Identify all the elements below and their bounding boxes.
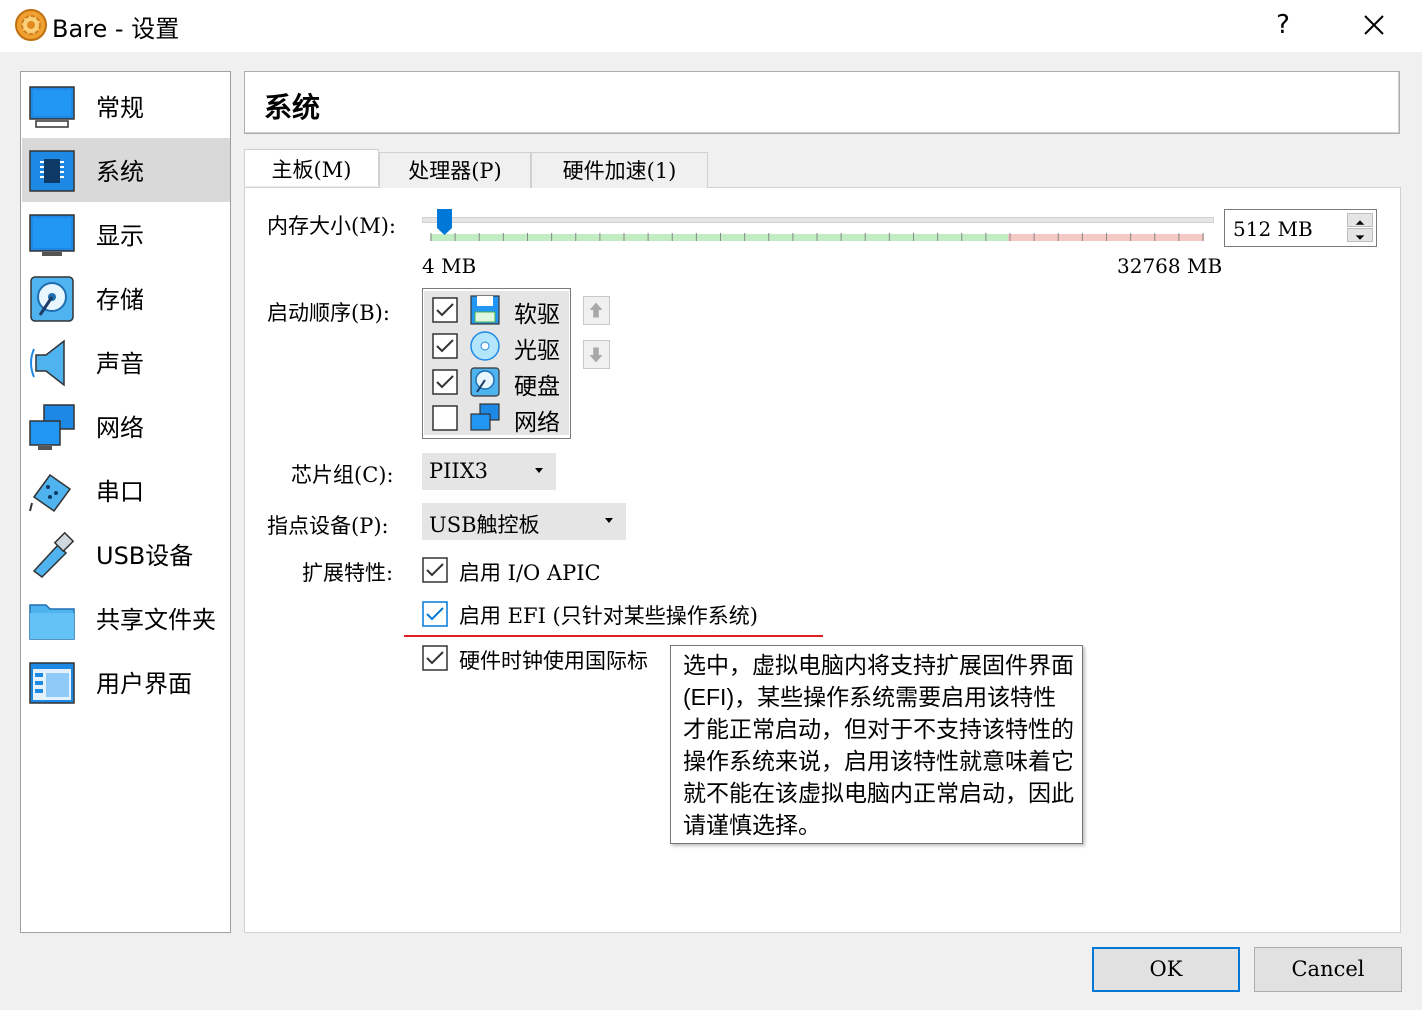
close-button[interactable] bbox=[1350, 4, 1398, 46]
pointing-device-label: 指点设备(P): bbox=[267, 514, 389, 538]
tab-acceleration[interactable]: 硬件加速(1) bbox=[531, 152, 708, 188]
help-button[interactable]: ? bbox=[1260, 4, 1306, 46]
efi-label: 启用 EFI (只针对某些操作系统) bbox=[459, 604, 758, 628]
chevron-down-icon bbox=[605, 518, 613, 523]
pointing-device-select[interactable]: USB触控板 bbox=[422, 503, 626, 540]
memory-label: 内存大小(M): bbox=[267, 214, 396, 238]
optical-disc-icon bbox=[470, 331, 500, 361]
spin-down-button[interactable] bbox=[1347, 228, 1373, 242]
network-icon bbox=[29, 404, 75, 450]
sidebar-item-display[interactable]: 显示 bbox=[22, 202, 230, 266]
boot-item-floppy[interactable]: 软驱 bbox=[424, 291, 569, 328]
tab-processor[interactable]: 处理器(P) bbox=[379, 152, 531, 188]
boot-order-list: 软驱 光驱 硬盘 网络 bbox=[422, 288, 571, 439]
storage-disk-icon bbox=[30, 276, 74, 322]
tooltip-text: 选中，虚拟电脑内将支持扩展固件界面 (EFI)，某些操作系统需要启用该特性才能正… bbox=[683, 652, 1074, 838]
sidebar-item-label: 显示 bbox=[96, 222, 144, 250]
checkbox-checked[interactable] bbox=[432, 333, 458, 359]
display-monitor-icon bbox=[29, 214, 75, 256]
boot-item-label: 硬盘 bbox=[514, 374, 560, 400]
hard-disk-icon bbox=[470, 367, 500, 397]
boot-order-label: 启动顺序(B): bbox=[267, 301, 390, 325]
sidebar-item-shared-folders[interactable]: 共享文件夹 bbox=[22, 586, 230, 650]
pointing-device-value: USB触控板 bbox=[429, 513, 540, 537]
sidebar-item-label: 共享文件夹 bbox=[96, 606, 216, 634]
boot-move-down-button[interactable] bbox=[583, 340, 610, 369]
memory-max-label: 32768 MB bbox=[1117, 254, 1223, 278]
arrow-up-icon bbox=[589, 302, 603, 318]
window-title: Bare - 设置 bbox=[52, 15, 180, 43]
sidebar-item-label: 网络 bbox=[96, 414, 144, 442]
boot-item-hard-disk[interactable]: 硬盘 bbox=[424, 363, 569, 400]
boot-item-label: 软驱 bbox=[514, 302, 560, 328]
network-icon bbox=[470, 403, 500, 431]
user-interface-icon bbox=[29, 662, 75, 704]
utc-clock-checkbox[interactable] bbox=[422, 645, 448, 671]
checkbox-unchecked[interactable] bbox=[432, 405, 458, 431]
spin-up-button[interactable] bbox=[1347, 213, 1373, 227]
sidebar-item-label: 用户界面 bbox=[96, 670, 192, 698]
io-apic-label: 启用 I/O APIC bbox=[459, 561, 601, 585]
chipset-label: 芯片组(C): bbox=[291, 463, 394, 487]
extended-features-label: 扩展特性: bbox=[302, 561, 394, 585]
arrow-down-icon bbox=[1355, 235, 1365, 240]
chipset-select[interactable]: PIIX3 bbox=[422, 453, 556, 490]
ok-button[interactable]: OK bbox=[1092, 947, 1240, 992]
boot-move-up-button[interactable] bbox=[583, 296, 610, 325]
sidebar-item-label: 声音 bbox=[96, 350, 144, 378]
close-icon bbox=[1364, 15, 1384, 35]
chipset-value: PIIX3 bbox=[429, 459, 489, 483]
sidebar-item-system[interactable]: 系统 bbox=[22, 138, 230, 202]
memory-slider-track[interactable] bbox=[422, 217, 1214, 223]
utc-clock-label: 硬件时钟使用国际标 bbox=[459, 649, 648, 673]
sidebar-item-user-interface[interactable]: 用户界面 bbox=[22, 650, 230, 714]
memory-slider-thumb[interactable] bbox=[436, 208, 453, 236]
sidebar-item-label: 常规 bbox=[96, 94, 144, 122]
memory-size-spinbox[interactable]: 512 MB bbox=[1224, 209, 1377, 247]
usb-icon bbox=[32, 531, 75, 578]
efi-checkbox[interactable] bbox=[422, 601, 448, 627]
shared-folder-icon bbox=[29, 604, 75, 640]
page-title: 系统 bbox=[264, 91, 321, 124]
sidebar-item-serial[interactable]: 串口 bbox=[22, 458, 230, 522]
sidebar-item-label: 串口 bbox=[96, 478, 144, 506]
tab-motherboard[interactable]: 主板(M) bbox=[244, 149, 379, 186]
floppy-icon bbox=[470, 295, 500, 325]
audio-speaker-icon bbox=[30, 339, 65, 387]
cancel-button[interactable]: Cancel bbox=[1254, 947, 1402, 992]
virtualbox-app-icon bbox=[15, 9, 47, 41]
sidebar-item-label: USB设备 bbox=[96, 542, 194, 570]
memory-slider-ticks bbox=[430, 233, 1204, 241]
page-header: 系统 bbox=[244, 71, 1400, 134]
arrow-down-icon bbox=[589, 347, 603, 363]
sidebar-item-label: 系统 bbox=[96, 158, 144, 186]
boot-item-optical[interactable]: 光驱 bbox=[424, 327, 569, 364]
sidebar-item-audio[interactable]: 声音 bbox=[22, 330, 230, 394]
io-apic-checkbox[interactable] bbox=[422, 557, 448, 583]
checkbox-checked[interactable] bbox=[432, 369, 458, 395]
annotation-underline bbox=[404, 635, 823, 637]
boot-item-network[interactable]: 网络 bbox=[424, 399, 569, 436]
sidebar-item-usb[interactable]: USB设备 bbox=[22, 522, 230, 586]
settings-category-list: 常规 系统 显示 存储 声音 网络 串口 USB设备 共享文件夹 用户界面 bbox=[20, 71, 231, 933]
title-bar: Bare - 设置 ? bbox=[0, 0, 1422, 52]
chevron-down-icon bbox=[535, 468, 543, 473]
memory-min-label: 4 MB bbox=[422, 254, 477, 278]
boot-item-label: 网络 bbox=[514, 410, 560, 436]
checkbox-checked[interactable] bbox=[432, 297, 458, 323]
general-monitor-icon bbox=[29, 86, 75, 128]
memory-size-value: 512 MB bbox=[1233, 217, 1313, 241]
serial-port-icon bbox=[29, 473, 72, 513]
efi-tooltip: 选中，虚拟电脑内将支持扩展固件界面 (EFI)，某些操作系统需要启用该特性才能正… bbox=[670, 645, 1083, 844]
sidebar-item-label: 存储 bbox=[96, 286, 144, 314]
sidebar-item-network[interactable]: 网络 bbox=[22, 394, 230, 458]
sidebar-item-storage[interactable]: 存储 bbox=[22, 266, 230, 330]
sidebar-item-general[interactable]: 常规 bbox=[22, 74, 230, 138]
system-chip-icon bbox=[29, 150, 75, 192]
boot-item-label: 光驱 bbox=[514, 338, 560, 364]
